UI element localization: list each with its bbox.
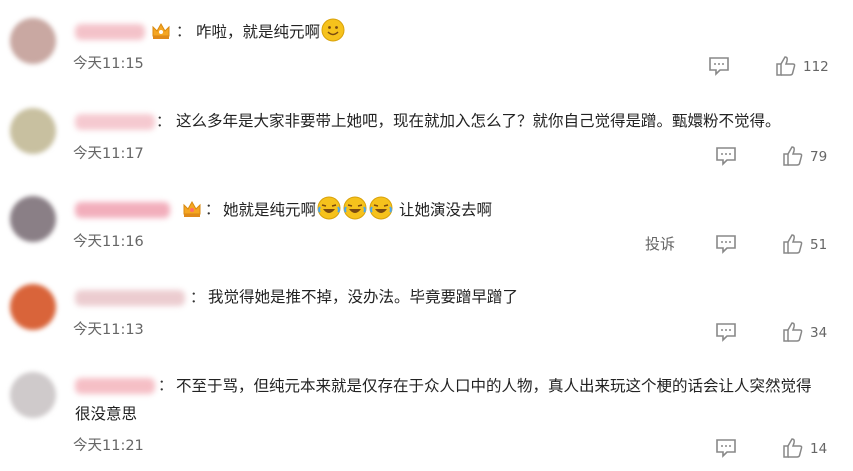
thumbs-up-icon[interactable] [782, 321, 804, 343]
colon: ： [176, 22, 192, 40]
avatar[interactable] [10, 372, 56, 418]
thumbs-up-icon[interactable] [782, 233, 804, 255]
colon: ： [156, 112, 172, 130]
comment-time: 今天11:15 [73, 56, 144, 72]
username[interactable] [75, 202, 170, 218]
comment-time: 今天11:21 [73, 438, 144, 454]
laugh-cry-emoji [317, 196, 341, 220]
comment-text: 她就是纯元啊 让她演没去啊 [223, 196, 492, 223]
crown-badge-icon [183, 200, 201, 217]
colon: ： [190, 288, 206, 306]
avatar[interactable] [10, 108, 56, 154]
comment-reply-icon[interactable] [715, 322, 737, 342]
comment-time: 今天11:17 [73, 146, 144, 162]
like-count: 14 [810, 441, 828, 457]
crown-badge-icon [152, 22, 170, 39]
comment-reply-icon[interactable] [715, 146, 737, 166]
username[interactable] [75, 290, 185, 306]
like-count: 112 [803, 59, 829, 75]
thumbs-up-icon[interactable] [775, 55, 797, 77]
colon: ： [205, 200, 221, 218]
like-count: 34 [810, 325, 828, 341]
username[interactable] [75, 114, 155, 130]
comment-time: 今天11:16 [73, 234, 144, 250]
like-count: 79 [810, 149, 828, 165]
like-count: 51 [810, 237, 828, 253]
thumbs-up-icon[interactable] [782, 145, 804, 167]
comment-time: 今天11:13 [73, 322, 144, 338]
smile-emoji [321, 18, 345, 42]
comment-text: 咋啦，就是纯元啊 [196, 18, 346, 45]
laugh-cry-emoji [369, 196, 393, 220]
comment-reply-icon[interactable] [715, 438, 737, 458]
report-button[interactable]: 投诉 [645, 234, 675, 254]
comment-text: 这么多年是大家非要带上她吧，现在就加入怎么了？就你自己觉得是蹭。甄嬛粉不觉得。 [176, 112, 781, 130]
thumbs-up-icon[interactable] [782, 437, 804, 459]
laugh-cry-emoji [343, 196, 367, 220]
avatar[interactable] [10, 18, 56, 64]
comment-reply-icon[interactable] [708, 56, 730, 76]
avatar[interactable] [10, 284, 56, 330]
comment-reply-icon[interactable] [715, 234, 737, 254]
avatar[interactable] [10, 196, 56, 242]
username[interactable] [75, 24, 145, 40]
comment-text: 不至于骂，但纯元本来就是仅存在于众人口中的人物，真人出来玩这个梗的话会让人突然觉… [75, 377, 812, 423]
comment-text: 我觉得她是推不掉，没办法。毕竟要蹭早蹭了 [208, 288, 519, 306]
